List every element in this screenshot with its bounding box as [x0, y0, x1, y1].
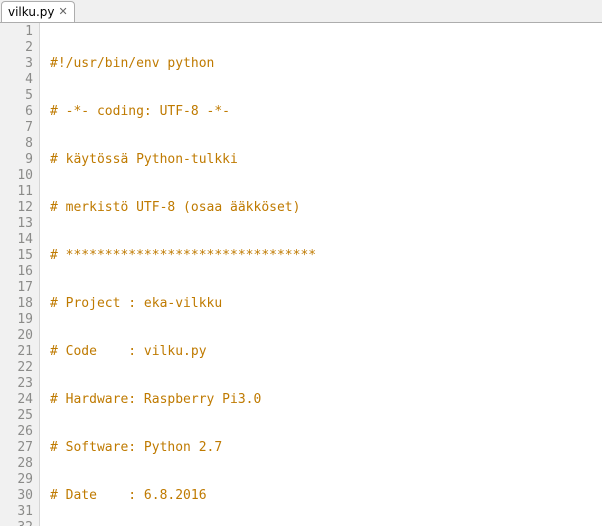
line-number: 11 — [0, 184, 33, 200]
line-number: 14 — [0, 232, 33, 248]
comment: # Hardware: Raspberry Pi3.0 — [50, 392, 261, 407]
line-number: 15 — [0, 248, 33, 264]
line-number: 2 — [0, 40, 33, 56]
comment: # Date : 6.8.2016 — [50, 488, 207, 503]
comment: #!/usr/bin/env python — [50, 56, 214, 71]
tab-label: vilku.py — [8, 4, 55, 20]
line-number: 31 — [0, 504, 33, 520]
line-number: 13 — [0, 216, 33, 232]
line-number: 20 — [0, 328, 33, 344]
line-number-gutter: 1234567891011121314151617181920212223242… — [0, 23, 40, 526]
line-number: 25 — [0, 408, 33, 424]
line-number: 22 — [0, 360, 33, 376]
line-number: 27 — [0, 440, 33, 456]
line-number: 6 — [0, 104, 33, 120]
code-area[interactable]: #!/usr/bin/env python # -*- coding: UTF-… — [40, 23, 602, 526]
line-number: 26 — [0, 424, 33, 440]
editor: 1234567891011121314151617181920212223242… — [0, 23, 602, 526]
comment: # Software: Python 2.7 — [50, 440, 222, 455]
line-number: 21 — [0, 344, 33, 360]
comment: # ******************************** — [50, 248, 316, 263]
line-number: 16 — [0, 264, 33, 280]
comment: # merkistö UTF-8 (osaa ääkköset) — [50, 200, 300, 215]
line-number: 3 — [0, 56, 33, 72]
line-number: 5 — [0, 88, 33, 104]
tab-bar: vilku.py ✕ — [0, 0, 602, 23]
line-number: 29 — [0, 472, 33, 488]
file-tab[interactable]: vilku.py ✕ — [1, 1, 75, 22]
line-number: 24 — [0, 392, 33, 408]
line-number: 18 — [0, 296, 33, 312]
line-number: 28 — [0, 456, 33, 472]
line-number: 23 — [0, 376, 33, 392]
comment: # Code : vilku.py — [50, 344, 207, 359]
close-icon[interactable]: ✕ — [59, 4, 68, 20]
line-number: 12 — [0, 200, 33, 216]
comment: # käytössä Python-tulkki — [50, 152, 238, 167]
line-number: 32 — [0, 520, 33, 526]
line-number: 30 — [0, 488, 33, 504]
line-number: 9 — [0, 152, 33, 168]
line-number: 17 — [0, 280, 33, 296]
line-number: 19 — [0, 312, 33, 328]
line-number: 4 — [0, 72, 33, 88]
line-number: 1 — [0, 24, 33, 40]
line-number: 8 — [0, 136, 33, 152]
comment: # Project : eka-vilkku — [50, 296, 222, 311]
comment: # -*- coding: UTF-8 -*- — [50, 104, 230, 119]
line-number: 7 — [0, 120, 33, 136]
line-number: 10 — [0, 168, 33, 184]
